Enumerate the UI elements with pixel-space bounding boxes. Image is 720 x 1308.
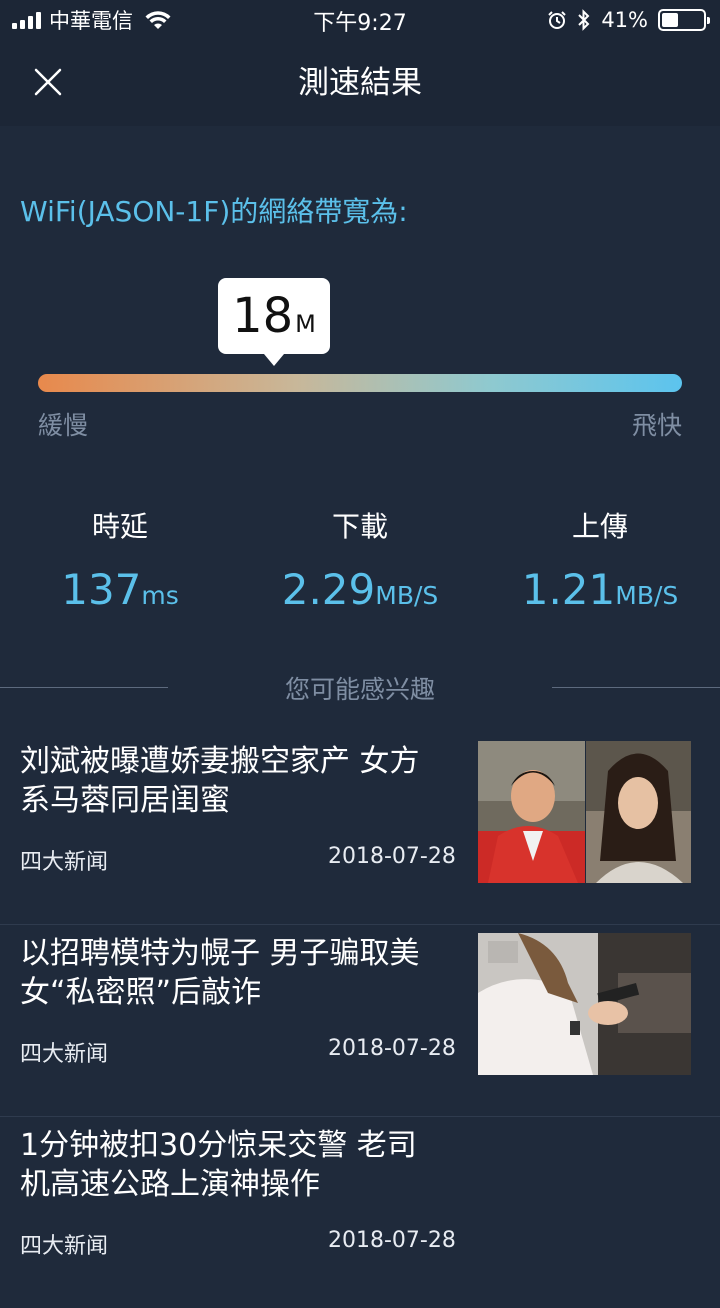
page-title: 測速結果 xyxy=(298,65,422,101)
news-item[interactable]: 1分钟被扣30分惊呆交警 老司机高速公路上演神操作 四大新闻 2018-07-2… xyxy=(0,1116,720,1308)
header: 測速結果 xyxy=(0,40,720,126)
news-title[interactable]: 1分钟被扣30分惊呆交警 老司机高速公路上演神操作 xyxy=(20,1126,440,1204)
metric-upload-value: 1.21MB/S xyxy=(480,565,720,614)
metric-latency: 時延 137ms xyxy=(0,505,240,614)
fast-label: 飛快 xyxy=(631,411,682,440)
alarm-icon xyxy=(548,11,567,29)
news-thumbnail-image xyxy=(478,741,691,883)
news-date: 2018-07-28 xyxy=(328,844,456,869)
metric-latency-value: 137ms xyxy=(0,565,240,614)
battery-percent: 41% xyxy=(601,8,648,32)
battery-icon xyxy=(658,9,710,31)
metric-download: 下載 2.29MB/S xyxy=(240,505,480,614)
metric-latency-name: 時延 xyxy=(91,510,148,543)
news-thumbnail-image xyxy=(478,933,691,1075)
news-item[interactable]: 刘斌被曝遭娇妻搬空家产 女方系马蓉同居闺蜜 四大新闻 2018-07-28 xyxy=(0,732,720,925)
metric-download-name: 下載 xyxy=(331,510,388,543)
slow-label: 緩慢 xyxy=(38,411,89,440)
metric-download-unit: MB/S xyxy=(375,581,439,610)
metric-latency-number: 137 xyxy=(61,565,142,614)
news-title[interactable]: 刘斌被曝遭娇妻搬空家产 女方系马蓉同居闺蜜 xyxy=(20,742,440,820)
metric-upload-name: 上傳 xyxy=(571,510,628,543)
speed-value: 18 xyxy=(232,288,294,344)
news-source: 四大新闻 xyxy=(20,1234,109,1259)
recommend-heading: 您可能感兴趣 xyxy=(284,675,435,704)
metric-download-number: 2.29 xyxy=(281,565,376,614)
speed-unit: M xyxy=(295,310,316,338)
divider-line-right xyxy=(552,687,720,688)
metric-download-value: 2.29MB/S xyxy=(240,565,480,614)
news-thumbnail[interactable] xyxy=(478,933,691,1075)
bluetooth-icon xyxy=(578,9,590,31)
news-thumbnail[interactable] xyxy=(478,741,691,883)
news-source: 四大新闻 xyxy=(20,850,109,875)
news-source: 四大新闻 xyxy=(20,1042,109,1067)
battery-fill xyxy=(662,13,679,27)
recommend-divider: 您可能感兴趣 xyxy=(0,668,720,708)
metric-upload-number: 1.21 xyxy=(521,565,616,614)
speed-gradient-bar xyxy=(38,374,682,392)
metric-latency-unit: ms xyxy=(141,581,179,610)
status-bar: 中華電信 下午9:27 41% xyxy=(0,0,720,40)
metric-upload-unit: MB/S xyxy=(615,581,679,610)
news-date: 2018-07-28 xyxy=(328,1228,456,1253)
speed-bubble: 18 M xyxy=(218,278,330,366)
news-title[interactable]: 以招聘模特为幌子 男子骗取美女“私密照”后敲诈 xyxy=(20,934,440,1012)
metric-upload: 上傳 1.21MB/S xyxy=(480,505,720,614)
news-item[interactable]: 以招聘模特为幌子 男子骗取美女“私密照”后敲诈 四大新闻 2018-07-28 xyxy=(0,924,720,1117)
network-label: WiFi(JASON-1F)的網絡帶寬為: xyxy=(20,195,408,228)
status-right: 41% xyxy=(547,6,710,34)
news-date: 2018-07-28 xyxy=(328,1036,456,1061)
